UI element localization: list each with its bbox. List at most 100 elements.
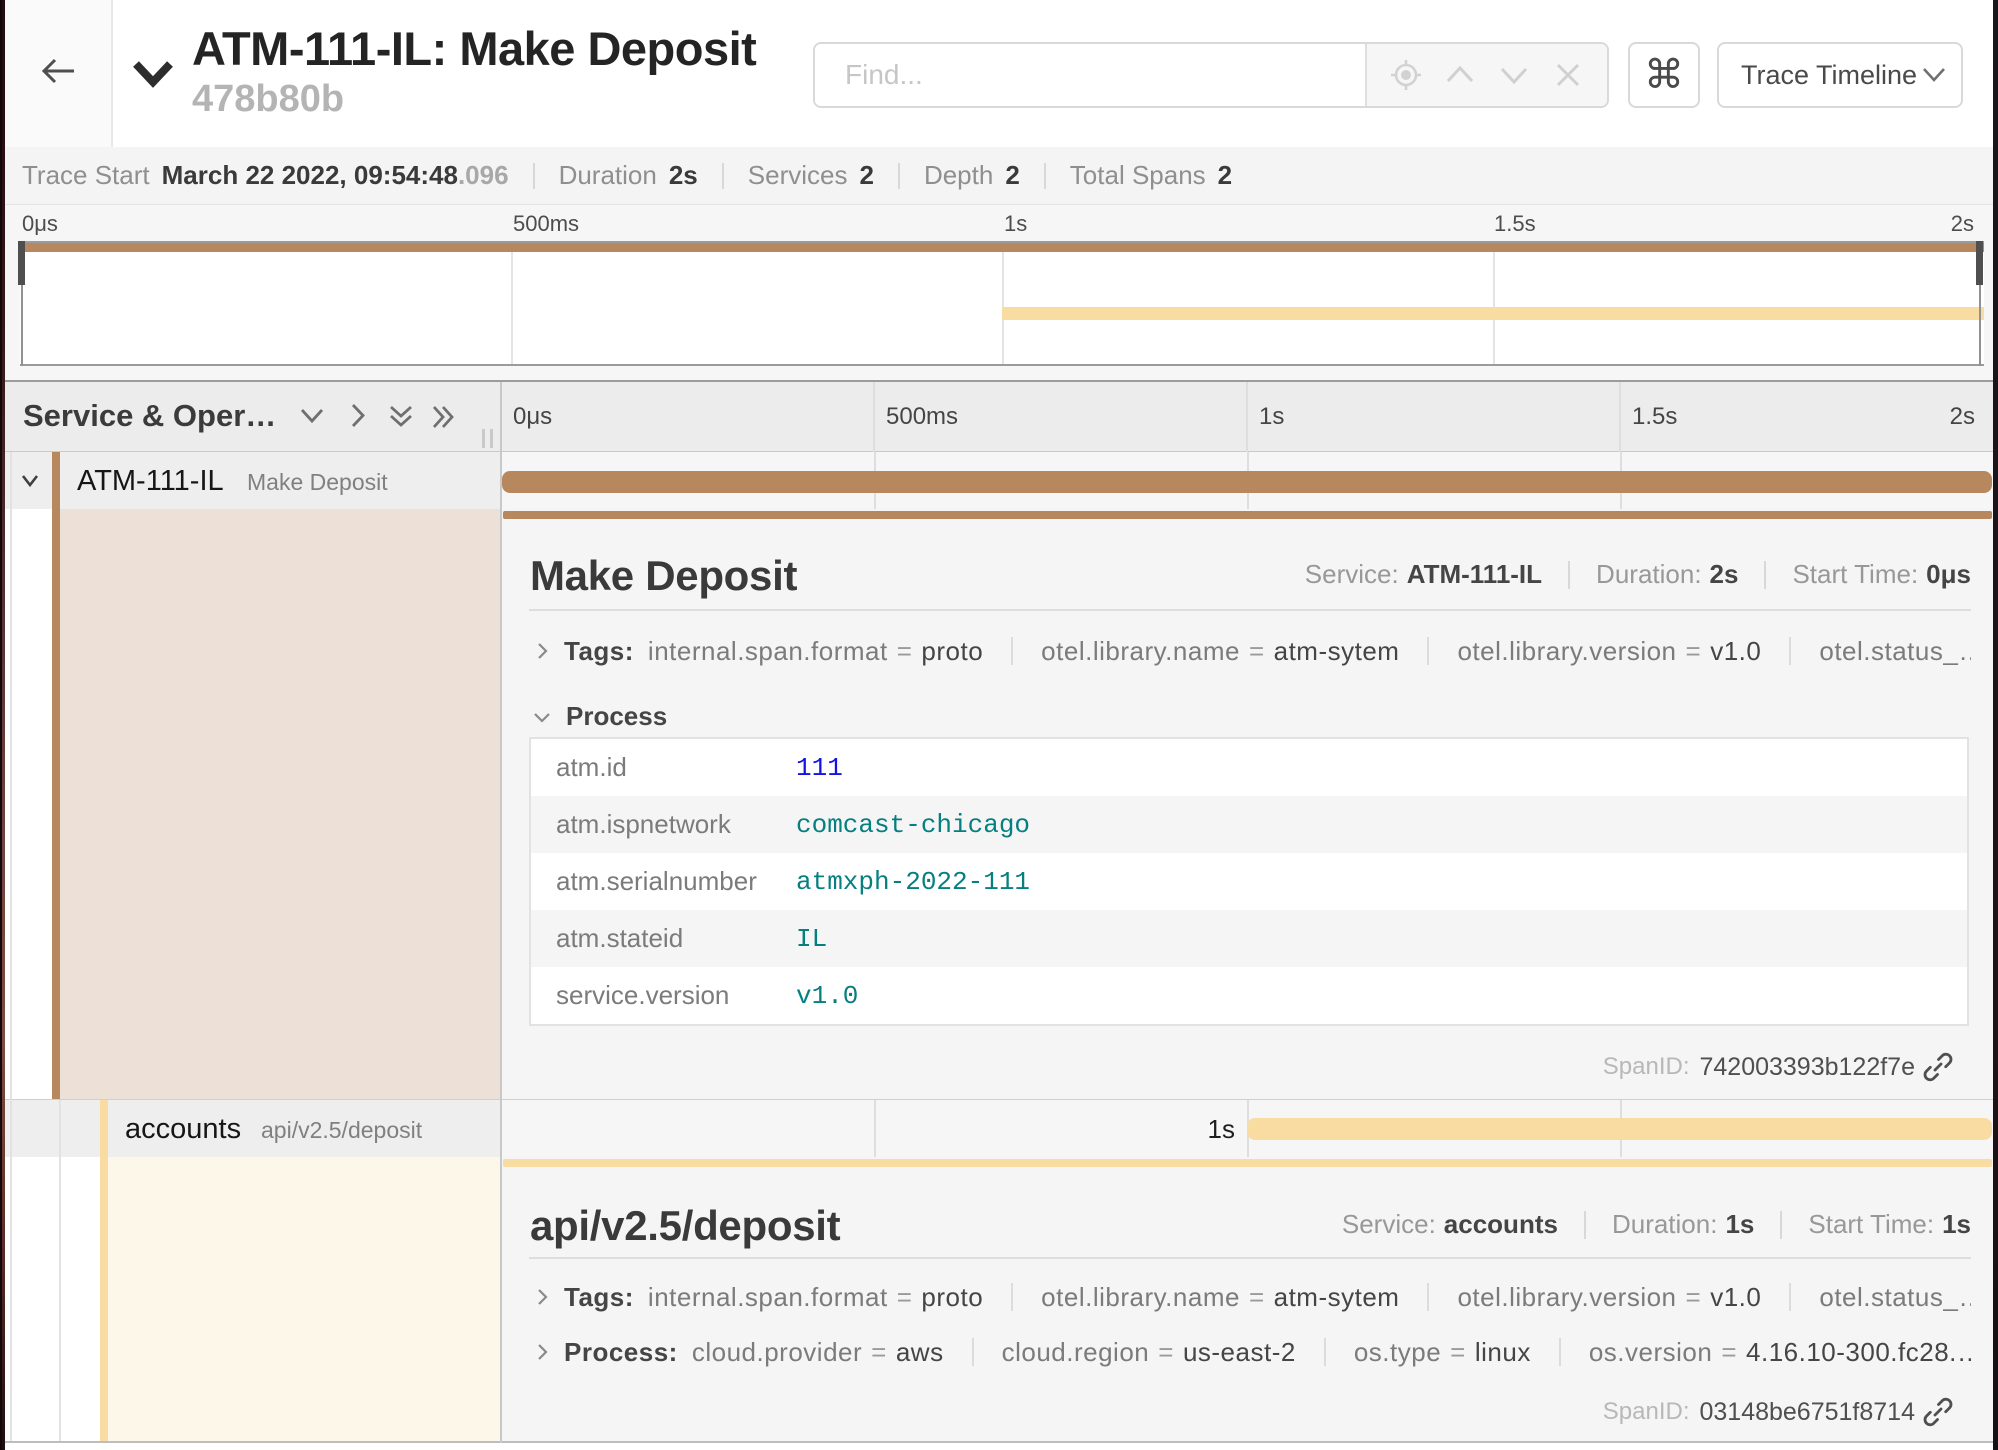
trace-view-selector[interactable]: Trace Timeline bbox=[1717, 42, 1963, 108]
viewing-range-left-handle[interactable] bbox=[18, 241, 25, 285]
span-row-accounts-timeline-cell[interactable]: 1s bbox=[502, 1100, 1993, 1157]
minimap-span-bar-atm bbox=[20, 243, 1984, 252]
column-resize-grip[interactable] bbox=[482, 429, 493, 448]
kv-row: service.version v1.0 bbox=[531, 967, 1967, 1024]
process-key: cloud.region bbox=[1002, 1337, 1150, 1368]
span-collapse-chevron-icon[interactable] bbox=[21, 474, 39, 488]
duration-label: Duration: bbox=[1612, 1209, 1718, 1240]
duration-value: 2s bbox=[669, 160, 698, 191]
trace-start-label: Trace Start bbox=[22, 160, 150, 191]
span-row-accounts-name-cell[interactable]: accounts api/v2.5/deposit bbox=[0, 1100, 500, 1157]
span-bar-atm[interactable] bbox=[502, 471, 1992, 493]
span-detail-accounts: api/v2.5/deposit Service: accounts Durat… bbox=[502, 1157, 1993, 1443]
minimap-tick: 500ms bbox=[513, 211, 579, 237]
collapse-all-icon[interactable] bbox=[388, 404, 414, 430]
kv-key: atm.stateid bbox=[531, 923, 796, 954]
tag-key: internal.span.format bbox=[648, 1282, 888, 1313]
operation-name: api/v2.5/deposit bbox=[261, 1117, 422, 1144]
service-operation-column-header: Service & Oper… bbox=[23, 398, 276, 434]
keyboard-shortcuts-button[interactable]: ⌘ bbox=[1628, 42, 1700, 108]
span-id-value: 03148be6751f8714 bbox=[1699, 1398, 1915, 1427]
minimap-gridline bbox=[1002, 243, 1004, 364]
tag-key: otel.library.version bbox=[1457, 1282, 1676, 1313]
kv-key: service.version bbox=[531, 980, 796, 1011]
tag-key: otel.library.name bbox=[1041, 1282, 1240, 1313]
tags-summary-row[interactable]: Tags: internal.span.format=proto otel.li… bbox=[532, 1279, 1971, 1315]
service-label: Service: bbox=[1342, 1209, 1436, 1240]
service-color-accent-accounts bbox=[100, 1100, 108, 1157]
services-value: 2 bbox=[859, 160, 873, 191]
process-value: us-east-2 bbox=[1183, 1337, 1296, 1368]
minimap-tick: 1.5s bbox=[1494, 211, 1536, 237]
divider bbox=[722, 163, 724, 189]
viewing-range-right-handle[interactable] bbox=[1976, 241, 1983, 285]
tag-value: proto bbox=[921, 636, 983, 667]
trace-collapse-chevron-icon[interactable] bbox=[131, 56, 175, 92]
link-icon[interactable] bbox=[1923, 1397, 1953, 1427]
chevron-right-icon bbox=[532, 1287, 552, 1307]
column-divider[interactable] bbox=[500, 382, 502, 1443]
span-row-atm-name-cell[interactable]: ATM-111-IL Make Deposit bbox=[0, 452, 500, 509]
divider bbox=[1044, 163, 1046, 189]
tag-value: v1.0 bbox=[1710, 1282, 1761, 1313]
process-key: os.version bbox=[1589, 1337, 1713, 1368]
back-arrow-icon bbox=[40, 54, 76, 88]
process-value: aws bbox=[896, 1337, 944, 1368]
window-edge-left bbox=[0, 0, 5, 1450]
link-icon[interactable] bbox=[1923, 1052, 1953, 1082]
trace-minimap: 0μs 500ms 1s 1.5s 2s bbox=[0, 205, 1998, 382]
divider bbox=[1324, 1338, 1326, 1366]
locate-icon[interactable] bbox=[1389, 58, 1423, 92]
back-button[interactable] bbox=[0, 0, 113, 147]
tag-value: proto bbox=[921, 1282, 983, 1313]
chevron-right-icon bbox=[532, 1342, 552, 1362]
process-key: os.type bbox=[1354, 1337, 1441, 1368]
process-section-header[interactable]: Process bbox=[532, 701, 667, 732]
service-name[interactable]: accounts bbox=[125, 1113, 241, 1146]
kv-row: atm.ispnetwork comcast-chicago bbox=[531, 796, 1967, 853]
start-time-label: Start Time: bbox=[1808, 1209, 1934, 1240]
prev-result-icon[interactable] bbox=[1443, 58, 1477, 92]
process-label: Process bbox=[566, 701, 667, 732]
service-color-accent-atm bbox=[52, 509, 60, 1099]
span-row-atm-timeline-cell[interactable] bbox=[502, 452, 1993, 509]
divider bbox=[1789, 1283, 1791, 1311]
kv-value: comcast-chicago bbox=[796, 810, 1030, 840]
span-detail-accent-bar-atm bbox=[503, 511, 1992, 519]
service-value: ATM-111-IL bbox=[1407, 559, 1542, 590]
divider bbox=[1011, 1283, 1013, 1311]
indent-guide-level2 bbox=[59, 1100, 61, 1441]
span-table-header: Service & Oper… 0μs 500ms 1s 1.5s 2s bbox=[0, 382, 1998, 452]
collapse-one-icon[interactable] bbox=[300, 404, 324, 428]
timeline-tick: 500ms bbox=[886, 403, 958, 431]
indent-guide-root bbox=[10, 452, 12, 1441]
expand-one-icon[interactable] bbox=[347, 404, 371, 428]
duration-value: 2s bbox=[1710, 559, 1739, 590]
divider bbox=[898, 163, 900, 189]
tag-value: atm-sytem bbox=[1274, 636, 1400, 667]
process-summary-row[interactable]: Process: cloud.provider=aws cloud.region… bbox=[532, 1334, 1971, 1370]
clear-search-icon[interactable] bbox=[1551, 58, 1585, 92]
span-bar-accounts[interactable] bbox=[1247, 1118, 1992, 1140]
find-input[interactable] bbox=[815, 44, 1365, 106]
tags-label: Tags: bbox=[564, 1282, 634, 1313]
span-detail-accounts-name-cell bbox=[0, 1157, 500, 1443]
divider bbox=[1764, 561, 1766, 589]
detail-divider bbox=[529, 1257, 1971, 1259]
expand-all-icon[interactable] bbox=[431, 404, 457, 430]
service-tint-fill bbox=[108, 1157, 500, 1441]
span-duration-label: 1s bbox=[502, 1114, 1235, 1145]
span-detail-atm: Make Deposit Service: ATM-111-IL Duratio… bbox=[502, 509, 1993, 1100]
tags-summary-row[interactable]: Tags: internal.span.format=proto otel.li… bbox=[532, 633, 1971, 669]
detail-divider bbox=[529, 609, 1971, 611]
duration-label: Duration bbox=[559, 160, 657, 191]
trace-id-short: 478b80b bbox=[192, 78, 344, 121]
minimap-gridline bbox=[1493, 243, 1495, 364]
minimap-canvas[interactable] bbox=[20, 241, 1984, 366]
duration-label: Duration: bbox=[1596, 559, 1702, 590]
service-name[interactable]: ATM-111-IL bbox=[77, 465, 224, 498]
span-id-label: SpanID: bbox=[1603, 1398, 1690, 1426]
next-result-icon[interactable] bbox=[1497, 58, 1531, 92]
kv-key: atm.serialnumber bbox=[531, 866, 796, 897]
timeline-gridline bbox=[1619, 382, 1621, 452]
